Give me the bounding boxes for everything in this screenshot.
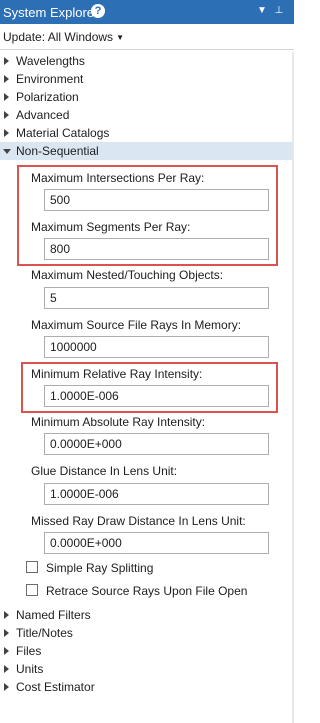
- toolbar: Update: All Windows ▼: [0, 24, 294, 50]
- field-label: Maximum Nested/Touching Objects:: [31, 268, 224, 282]
- max-source-file-rays-input[interactable]: 1000000: [44, 336, 269, 358]
- tree-item-cost-estimator[interactable]: Cost Estimator: [0, 678, 292, 696]
- tree-item-label: Files: [16, 644, 42, 658]
- max-nested-objects-input[interactable]: 5: [44, 287, 269, 309]
- tree-item-named-filters[interactable]: Named Filters: [0, 606, 292, 624]
- collapse-arrow-icon[interactable]: [3, 149, 11, 154]
- field-label: Missed Ray Draw Distance In Lens Unit:: [31, 514, 246, 528]
- max-intersections-input[interactable]: 500: [44, 189, 269, 211]
- expand-arrow-icon[interactable]: [4, 647, 9, 655]
- expand-arrow-icon[interactable]: [4, 665, 9, 673]
- field-label: Minimum Absolute Ray Intensity:: [31, 415, 206, 429]
- tree-item-label: Advanced: [16, 108, 70, 122]
- tree-item-label: Cost Estimator: [16, 680, 95, 694]
- expand-arrow-icon[interactable]: [4, 129, 9, 137]
- expand-arrow-icon[interactable]: [4, 75, 9, 83]
- checkbox-label: Retrace Source Rays Upon File Open: [46, 584, 248, 598]
- help-icon[interactable]: ?: [91, 4, 105, 18]
- dropdown-arrow-icon[interactable]: ▼: [256, 5, 268, 17]
- scrollbar[interactable]: [292, 52, 294, 723]
- expand-arrow-icon[interactable]: [4, 629, 9, 637]
- min-absolute-ray-intensity-input[interactable]: 0.0000E+000: [44, 433, 269, 455]
- caret-down-icon: ▼: [116, 33, 124, 42]
- tree-item-material-catalogs[interactable]: Material Catalogs: [0, 124, 292, 142]
- tree-item-label: Wavelengths: [16, 54, 85, 68]
- update-dropdown-label: Update: All Windows: [3, 30, 114, 44]
- glue-distance-input[interactable]: 1.0000E-006: [44, 483, 269, 505]
- expand-arrow-icon[interactable]: [4, 683, 9, 691]
- tree-item-files[interactable]: Files: [0, 642, 292, 660]
- checkbox-box[interactable]: [26, 561, 38, 573]
- checkbox-label: Simple Ray Splitting: [46, 561, 154, 575]
- tree-item-non-sequential[interactable]: Non-Sequential: [0, 142, 292, 160]
- tree-item-title-notes[interactable]: Title/Notes: [0, 624, 292, 642]
- expand-arrow-icon[interactable]: [4, 611, 9, 619]
- expand-arrow-icon[interactable]: [4, 57, 9, 65]
- pin-icon[interactable]: ⊥: [273, 5, 285, 17]
- field-label: Maximum Source File Rays In Memory:: [31, 318, 242, 332]
- tree-item-environment[interactable]: Environment: [0, 70, 292, 88]
- tree-item-wavelengths[interactable]: Wavelengths: [0, 52, 292, 70]
- expand-arrow-icon[interactable]: [4, 93, 9, 101]
- min-relative-ray-intensity-input[interactable]: 1.0000E-006: [44, 385, 269, 407]
- checkbox-box[interactable]: [26, 584, 38, 596]
- tree-item-label: Environment: [16, 72, 84, 86]
- tree-item-label: Polarization: [16, 90, 79, 104]
- tree-item-label: Units: [16, 662, 44, 676]
- field-label: Minimum Relative Ray Intensity:: [31, 367, 203, 381]
- max-segments-input[interactable]: 800: [44, 238, 269, 260]
- field-label: Maximum Intersections Per Ray:: [31, 171, 205, 185]
- update-dropdown[interactable]: Update: All Windows ▼: [3, 30, 124, 44]
- window-title: System Explorer: [3, 5, 99, 20]
- title-bar: System Explorer ? ▼ ⊥: [0, 0, 294, 24]
- tree-item-label: Material Catalogs: [16, 126, 110, 140]
- field-label: Glue Distance In Lens Unit:: [31, 464, 178, 478]
- tree-item-label: Title/Notes: [16, 626, 73, 640]
- tree-item-units[interactable]: Units: [0, 660, 292, 678]
- field-label: Maximum Segments Per Ray:: [31, 220, 191, 234]
- tree-item-advanced[interactable]: Advanced: [0, 106, 292, 124]
- tree-item-label: Named Filters: [16, 608, 91, 622]
- tree-item-label: Non-Sequential: [16, 144, 99, 158]
- expand-arrow-icon[interactable]: [4, 111, 9, 119]
- missed-ray-draw-distance-input[interactable]: 0.0000E+000: [44, 532, 269, 554]
- tree-item-polarization[interactable]: Polarization: [0, 88, 292, 106]
